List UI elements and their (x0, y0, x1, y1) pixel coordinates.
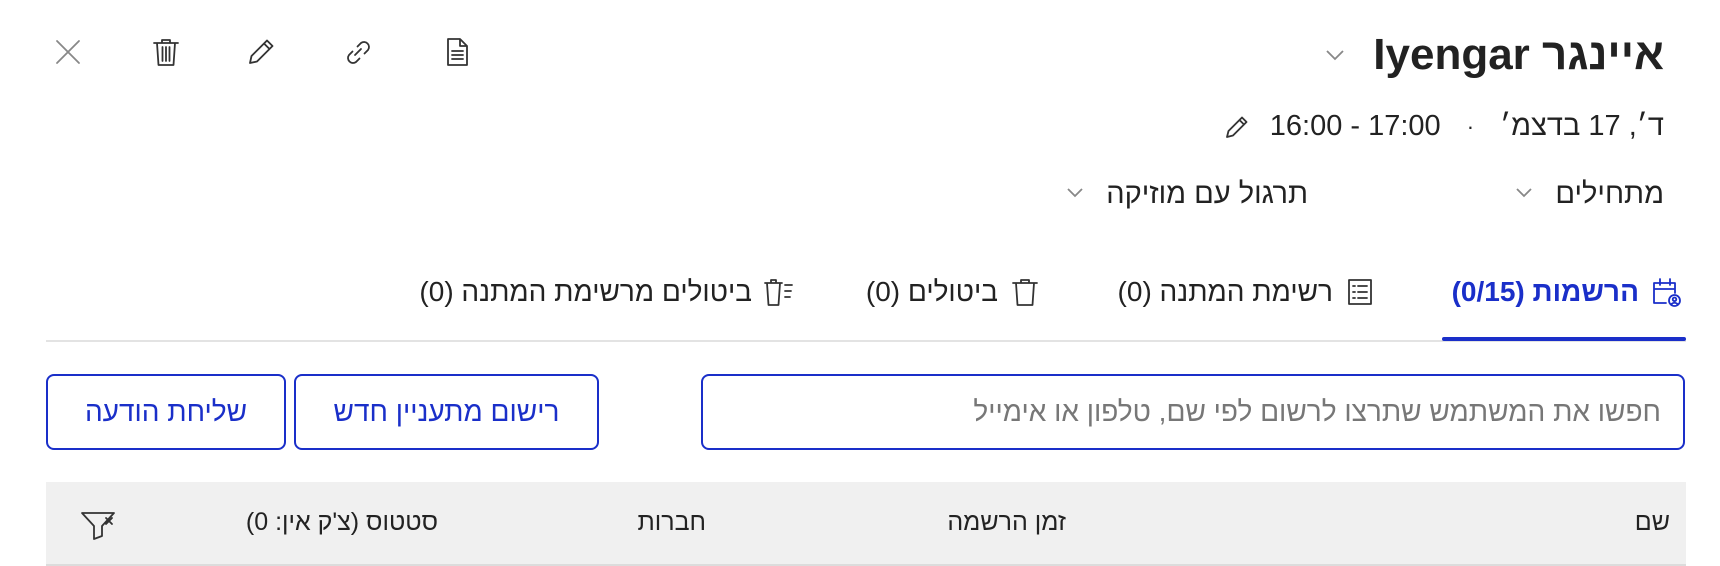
search-input[interactable] (703, 376, 1683, 448)
level-dropdown[interactable]: מתחילים (1513, 178, 1664, 211)
column-header-name[interactable]: שם (1635, 508, 1670, 537)
tab-registrations[interactable]: הרשמות (0/15) (1452, 270, 1683, 314)
register-lead-button[interactable]: רישום מתעניין חדש (294, 374, 599, 450)
document-button[interactable] (437, 34, 477, 74)
session-date: ד׳, 17 בדצמ׳ (1500, 110, 1664, 142)
calendar-user-icon (1649, 275, 1683, 309)
level-dropdown-label: מתחילים (1555, 178, 1664, 210)
tab-waitlist[interactable]: רשימת המתנה (0) (1118, 270, 1377, 314)
trash-icon (149, 35, 183, 74)
column-filter-button[interactable] (78, 504, 118, 544)
edit-button[interactable] (241, 34, 281, 74)
tab-label: רשימת המתנה (0) (1117, 276, 1333, 307)
trash-icon (1008, 275, 1042, 309)
trash-list-icon (762, 275, 796, 309)
tab-label: ביטולים מרשימת המתנה (0) (419, 276, 752, 307)
practice-dropdown-label: תרגול עם מוזיקה (1106, 178, 1308, 210)
close-button[interactable] (48, 34, 88, 74)
table-header: שם זמן הרשמה חברות סטטוס (צ'ק אין: 0) (46, 482, 1686, 566)
edit-time-button[interactable] (1222, 112, 1252, 142)
datetime-separator: · (1466, 113, 1475, 139)
column-header-registration-time[interactable]: זמן הרשמה (947, 508, 1066, 537)
list-icon (1343, 275, 1377, 309)
chevron-down-icon (1064, 178, 1106, 211)
chevron-down-icon (1322, 50, 1348, 72)
active-tab-indicator (1442, 337, 1686, 341)
tab-label: ביטולים (0) (865, 276, 998, 307)
filter-icon (78, 512, 118, 548)
pencil-icon (1222, 116, 1252, 149)
tab-waitlist-cancellations[interactable]: ביטולים מרשימת המתנה (0) (419, 270, 796, 314)
send-message-button[interactable]: שליחת הודעה (46, 374, 286, 450)
practice-dropdown[interactable]: תרגול עם מוזיקה (1064, 178, 1308, 211)
close-icon (51, 35, 85, 74)
delete-button[interactable] (146, 34, 186, 74)
column-header-status[interactable]: סטטוס (צ'ק אין: 0) (246, 508, 438, 537)
pencil-icon (244, 35, 278, 74)
page-title: איינגר Iyengar (1373, 30, 1664, 79)
tabs-divider (46, 340, 1686, 342)
chevron-down-icon (1513, 178, 1555, 211)
copy-link-button[interactable] (338, 34, 378, 74)
column-header-membership[interactable]: חברות (637, 508, 706, 537)
tab-label: הרשמות (0/15) (1451, 276, 1639, 307)
session-time: 16:00 - 17:00 (1269, 110, 1441, 142)
document-icon (440, 35, 474, 74)
title-dropdown-toggle[interactable] (1322, 42, 1348, 68)
search-field[interactable] (701, 374, 1685, 450)
session-datetime: ד׳, 17 בדצמ׳ · 16:00 - 17:00 (1222, 110, 1664, 143)
link-icon (341, 35, 375, 74)
tab-cancellations[interactable]: ביטולים (0) (866, 270, 1042, 314)
